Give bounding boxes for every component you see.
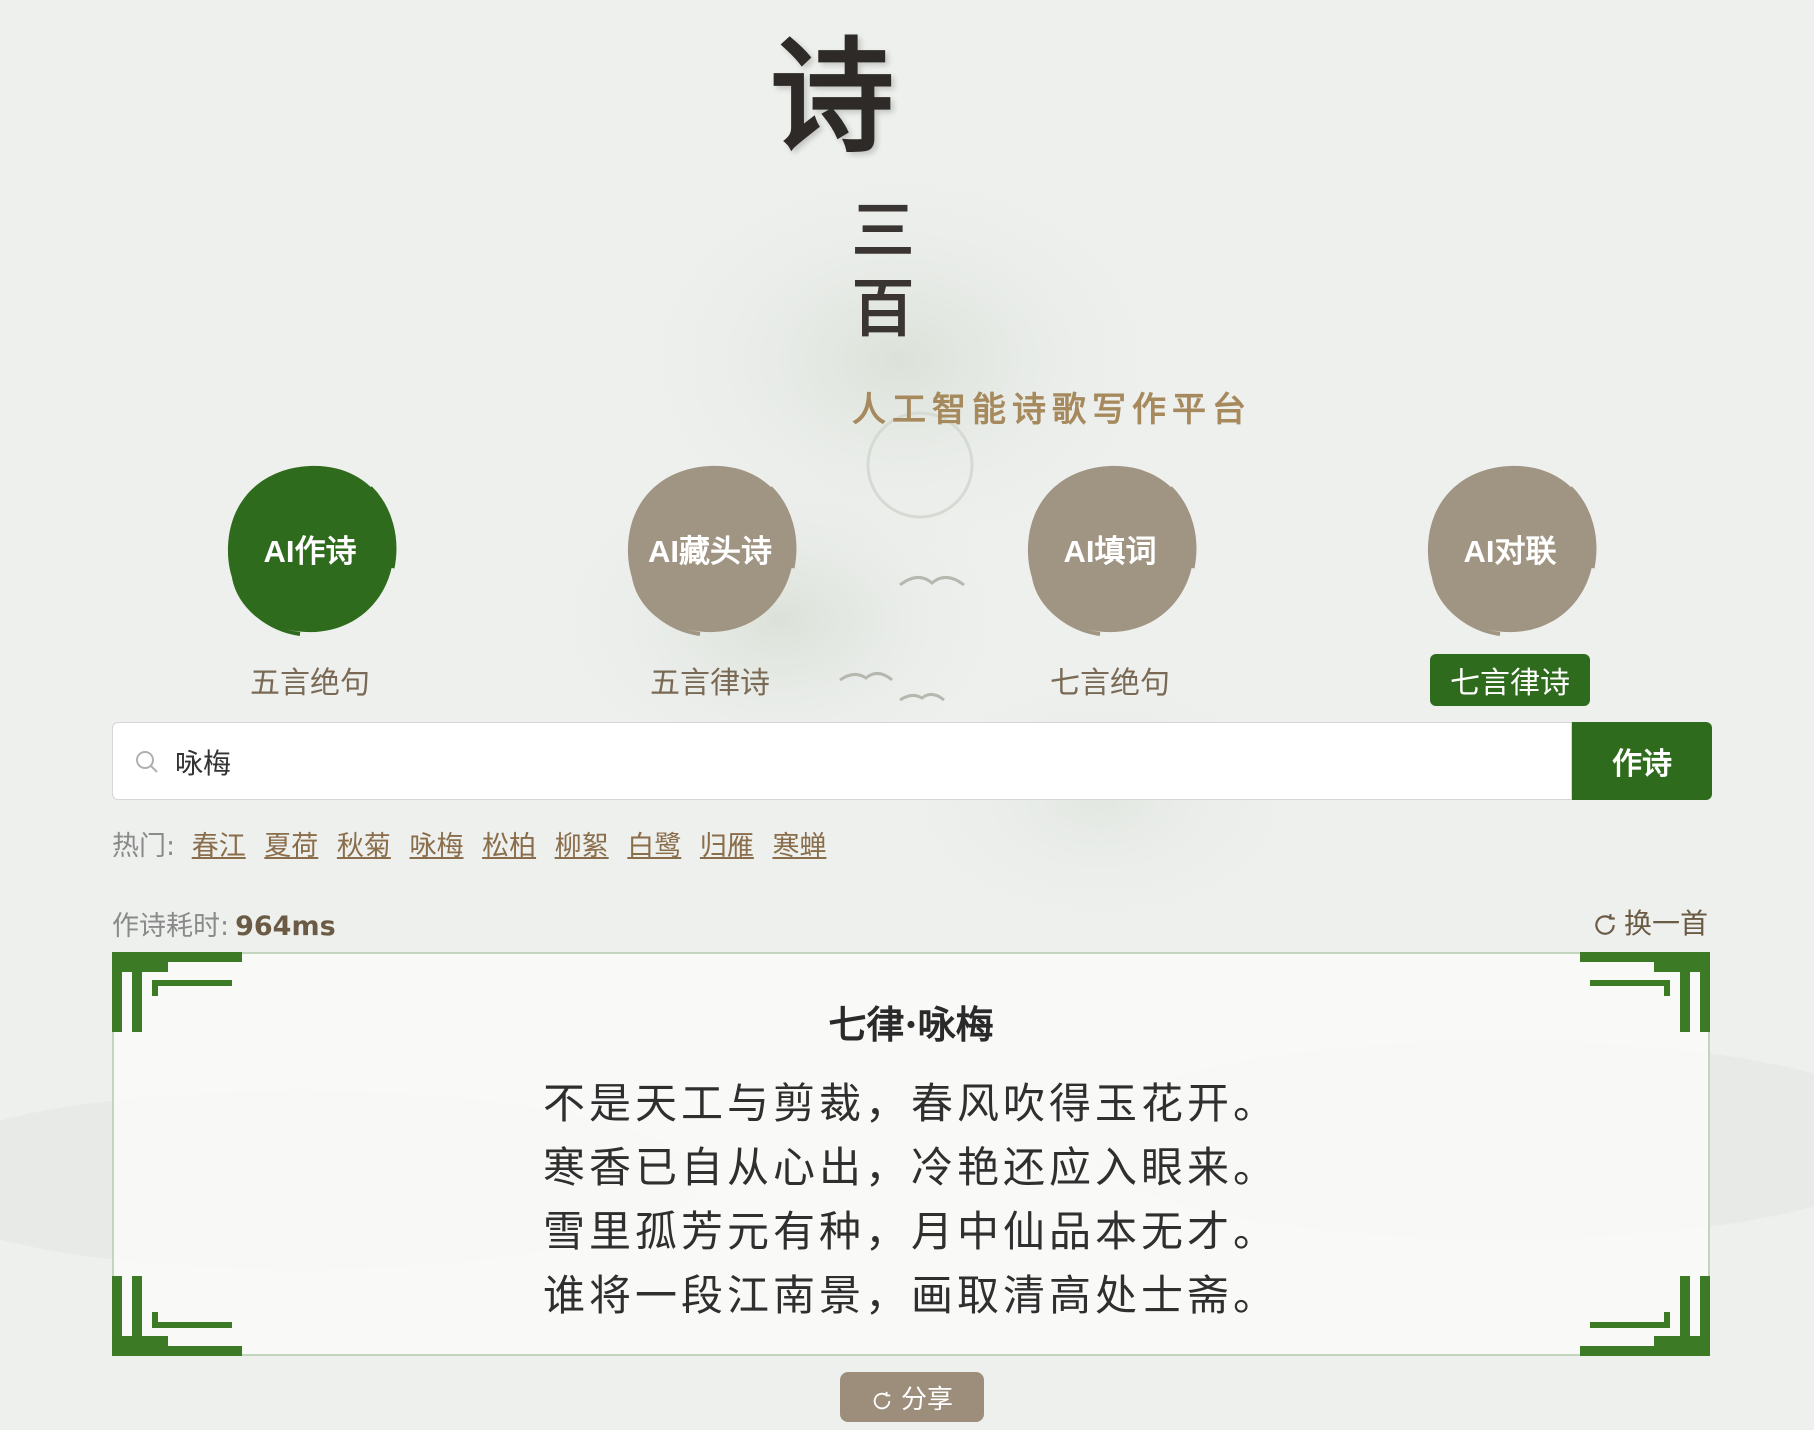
ink-circle-button[interactable]: AI藏头诗 <box>620 458 800 638</box>
elapsed-label: 作诗耗时: <box>112 911 230 942</box>
ink-circle-button[interactable]: AI对联 <box>1420 458 1600 638</box>
share-icon <box>873 1391 891 1409</box>
refresh-button[interactable]: 换一首 <box>1592 902 1708 942</box>
poem-title: 七律·咏梅 <box>828 1002 994 1047</box>
logo-sub-char-1: 三 <box>851 194 914 267</box>
type-label-five-jueju[interactable]: 五言绝句 <box>230 654 390 706</box>
mode-ai-acrostic[interactable]: AI藏头诗 五言律诗 <box>615 458 805 706</box>
poem-line: 寒香已自从心出，冷艳还应入眼来。 <box>542 1143 1279 1192</box>
hot-topics: 热门: 春江 夏荷 秋菊 咏梅 松柏 柳絮 白鹭 归雁 寒蝉 <box>112 824 836 863</box>
refresh-label: 换一首 <box>1624 907 1709 940</box>
elapsed-value: 964ms <box>235 911 336 942</box>
search-box <box>112 722 1572 801</box>
hot-topic-link[interactable]: 白鹭 <box>627 831 681 862</box>
mode-label: AI对联 <box>1463 534 1557 569</box>
search-icon <box>136 751 158 773</box>
mode-ai-poem[interactable]: AI作诗 五言绝句 <box>215 458 405 706</box>
hot-topic-link[interactable]: 夏荷 <box>264 831 318 862</box>
hot-topic-link[interactable]: 寒蝉 <box>772 831 826 862</box>
topic-input[interactable] <box>173 723 1557 801</box>
mode-label: AI填词 <box>1063 534 1157 569</box>
ink-circle-button[interactable]: AI作诗 <box>220 458 400 638</box>
refresh-icon <box>1595 914 1615 935</box>
logo-subtitle: 三 百 <box>848 192 918 348</box>
poem-line: 谁将一段江南景，画取清高处士斋。 <box>542 1271 1279 1320</box>
hot-label: 热门: <box>112 831 176 862</box>
share-button[interactable]: 分享 <box>840 1372 984 1422</box>
poem-line: 雪里孤芳元有种，月中仙品本无才。 <box>542 1207 1279 1256</box>
mode-label: AI藏头诗 <box>648 534 772 569</box>
ink-circle-button[interactable]: AI填词 <box>1020 458 1200 638</box>
mode-label: AI作诗 <box>263 534 357 569</box>
logo-sub-char-2: 百 <box>851 272 914 345</box>
mode-ai-ci[interactable]: AI填词 七言绝句 <box>1015 458 1205 706</box>
poem-body: 不是天工与剪裁，春风吹得玉花开。 寒香已自从心出，冷艳还应入眼来。 雪里孤芳元有… <box>114 1072 1708 1328</box>
type-label-seven-lushi[interactable]: 七言律诗 <box>1430 654 1590 706</box>
hot-topic-link[interactable]: 柳絮 <box>555 831 609 862</box>
hot-topic-link[interactable]: 春江 <box>192 831 246 862</box>
poem-line: 不是天工与剪裁，春风吹得玉花开。 <box>542 1079 1279 1128</box>
tagline: 人工智能诗歌写作平台 <box>852 390 1252 430</box>
mode-ai-couplet[interactable]: AI对联 七言律诗 <box>1415 458 1605 706</box>
hot-topic-link[interactable]: 秋菊 <box>337 831 391 862</box>
hot-topic-link[interactable]: 归雁 <box>700 831 754 862</box>
hot-topic-link[interactable]: 咏梅 <box>409 831 463 862</box>
hot-topic-link[interactable]: 松柏 <box>482 831 536 862</box>
logo-title: 诗 <box>770 25 895 170</box>
share-label: 分享 <box>900 1384 953 1415</box>
poem-card: 七律·咏梅 不是天工与剪裁，春风吹得玉花开。 寒香已自从心出，冷艳还应入眼来。 … <box>112 952 1710 1356</box>
compose-button[interactable]: 作诗 <box>1572 722 1712 800</box>
elapsed-time: 作诗耗时: 964ms <box>112 904 336 943</box>
type-label-five-lushi[interactable]: 五言律诗 <box>630 654 790 706</box>
type-label-seven-jueju[interactable]: 七言绝句 <box>1030 654 1190 706</box>
